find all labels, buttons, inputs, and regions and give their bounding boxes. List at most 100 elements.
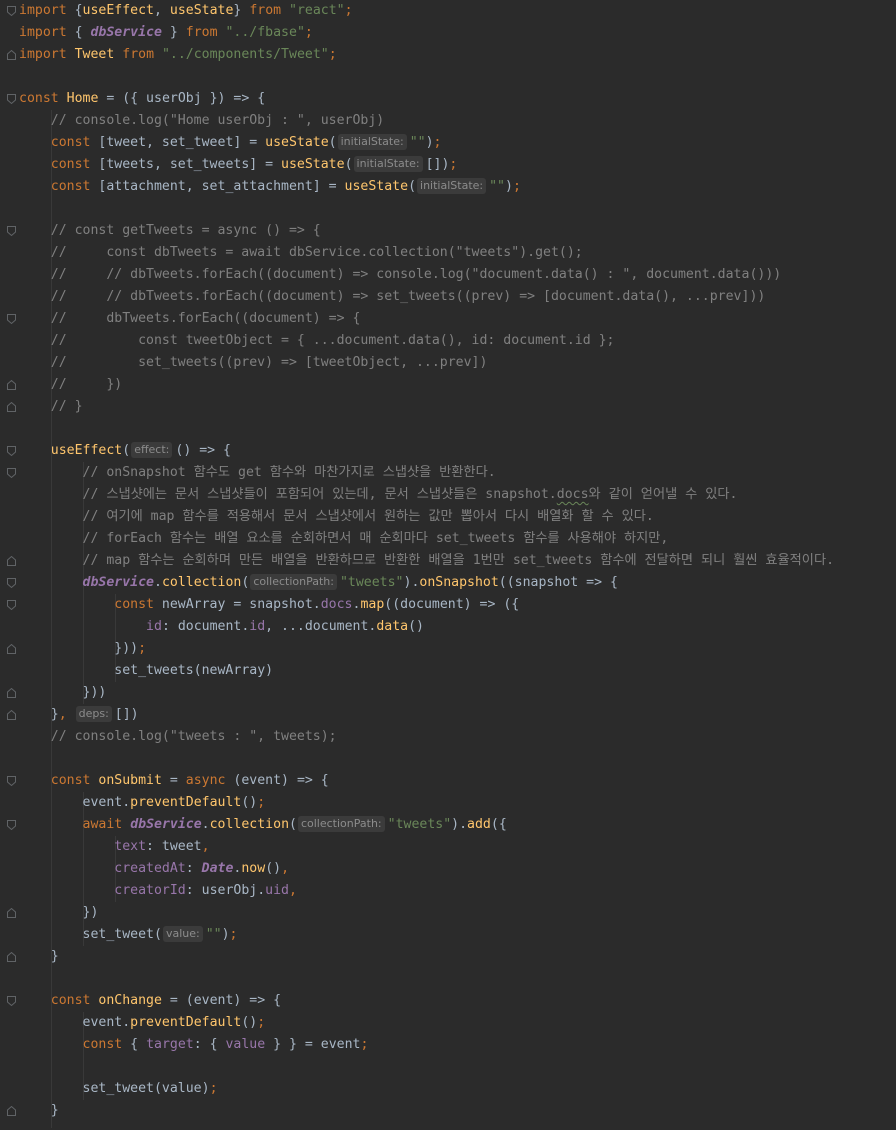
fold-close-icon[interactable] bbox=[7, 710, 16, 720]
code-text: []) bbox=[425, 157, 450, 172]
code-line[interactable]: const { target: { value } } = event; bbox=[19, 1034, 369, 1056]
code-line[interactable]: // map 함수는 순회하며 만든 배열을 반환하므로 반환한 배열을 1번만… bbox=[19, 550, 835, 572]
code-line[interactable]: // }) bbox=[19, 374, 122, 396]
code-line[interactable]: await dbService.collection(collectionPat… bbox=[19, 814, 507, 836]
fold-open-icon[interactable] bbox=[7, 94, 16, 104]
code-text: ( bbox=[408, 179, 417, 194]
property: docs bbox=[320, 597, 353, 612]
code-line[interactable]: })); bbox=[19, 638, 146, 660]
code-line[interactable]: import { dbService } from "../fbase"; bbox=[19, 22, 313, 44]
code-line[interactable]: dbService.collection(collectionPath: "twe… bbox=[19, 572, 618, 594]
code-line[interactable]: text: tweet, bbox=[19, 836, 209, 858]
code-line[interactable]: // console.log("Home userObj : ", userOb… bbox=[19, 110, 384, 132]
fold-close-icon[interactable] bbox=[7, 908, 16, 918]
keyword: const bbox=[50, 993, 91, 1008]
fold-open-icon[interactable] bbox=[7, 6, 16, 16]
code-line[interactable]: }) bbox=[19, 902, 99, 924]
code-text: ( bbox=[344, 157, 353, 172]
fold-open-icon[interactable] bbox=[7, 578, 16, 588]
punctuation: ; bbox=[304, 25, 313, 40]
code-line[interactable]: // onSnapshot 함수도 get 함수와 마찬가지로 스냅샷을 반환한… bbox=[19, 462, 496, 484]
fold-close-icon[interactable] bbox=[7, 1106, 16, 1116]
punctuation: ; bbox=[229, 927, 238, 942]
fold-close-icon[interactable] bbox=[7, 402, 16, 412]
comment-typo: docs bbox=[556, 487, 589, 502]
code-text: : userObj. bbox=[185, 883, 266, 898]
code-line[interactable]: useEffect(effect:() => { bbox=[19, 440, 231, 462]
keyword: import bbox=[19, 25, 67, 40]
code-line[interactable]: const onSubmit = async (event) => { bbox=[19, 770, 329, 792]
code-line[interactable]: // console.log("tweets : ", tweets); bbox=[19, 726, 337, 748]
code-line[interactable]: // // dbTweets.forEach((document) => con… bbox=[19, 264, 781, 286]
code-line[interactable]: }, deps:[]) bbox=[19, 704, 139, 726]
function-call: now bbox=[241, 861, 266, 876]
code-line[interactable]: // forEach 함수는 배열 요소를 순회하면서 매 순회마다 set_t… bbox=[19, 528, 669, 550]
keyword: const bbox=[50, 179, 91, 194]
code-line[interactable]: // dbTweets.forEach((document) => { bbox=[19, 308, 361, 330]
code-line[interactable]: const [attachment, set_attachment] = use… bbox=[19, 176, 521, 198]
code-text: []) bbox=[114, 707, 139, 722]
fold-open-icon[interactable] bbox=[7, 468, 16, 478]
code-line[interactable]: const [tweet, set_tweet] = useState(init… bbox=[19, 132, 442, 154]
code-text: ). bbox=[403, 575, 420, 590]
code-line[interactable]: const Home = ({ userObj }) => { bbox=[19, 88, 265, 110]
fold-open-icon[interactable] bbox=[7, 314, 16, 324]
code-line[interactable]: createdAt: Date.now(), bbox=[19, 858, 289, 880]
fold-close-icon[interactable] bbox=[7, 644, 16, 654]
code-line[interactable]: id: document.id, ...document.data() bbox=[19, 616, 424, 638]
code-editor[interactable]: import {useEffect, useState} from "react… bbox=[0, 0, 896, 1130]
code-line[interactable]: // const tweetObject = { ...document.dat… bbox=[19, 330, 615, 352]
code-text: ) bbox=[505, 179, 513, 194]
code-line[interactable]: set_tweet(value: ""); bbox=[19, 924, 238, 946]
punctuation: ; bbox=[449, 157, 458, 172]
fold-close-icon[interactable] bbox=[7, 952, 16, 962]
code-line[interactable]: // 스냅샷에는 문서 스냅샷들이 포함되어 있는데, 문서 스냅샷들은 sna… bbox=[19, 484, 738, 506]
fold-open-icon[interactable] bbox=[7, 446, 16, 456]
code-line[interactable]: // 여기에 map 함수를 적용해서 문서 스냅샷에서 원하는 값만 뽑아서 … bbox=[19, 506, 654, 528]
code-line[interactable]: event.preventDefault(); bbox=[19, 792, 266, 814]
code-line[interactable]: // set_tweets((prev) => [tweetObject, ..… bbox=[19, 352, 488, 374]
fold-close-icon[interactable] bbox=[7, 380, 16, 390]
fold-open-icon[interactable] bbox=[7, 996, 16, 1006]
code-line[interactable]: set_tweets(newArray) bbox=[19, 660, 273, 682]
code-line[interactable]: set_tweet(value); bbox=[19, 1078, 218, 1100]
code-line[interactable]: event.preventDefault(); bbox=[19, 1012, 266, 1034]
string-literal: "" bbox=[489, 179, 505, 194]
string-literal: "tweets" bbox=[339, 575, 404, 590]
code-line[interactable]: const newArray = snapshot.docs.map((docu… bbox=[19, 594, 519, 616]
code-line[interactable]: const onChange = (event) => { bbox=[19, 990, 281, 1012]
code-line[interactable]: import Tweet from "../components/Tweet"; bbox=[19, 44, 337, 66]
code-line[interactable]: } bbox=[19, 1100, 59, 1122]
code-line[interactable]: })) bbox=[19, 682, 107, 704]
keyword: const bbox=[19, 91, 59, 106]
fold-open-icon[interactable] bbox=[7, 776, 16, 786]
code-line[interactable]: // const getTweets = async () => { bbox=[19, 220, 321, 242]
fold-close-icon[interactable] bbox=[7, 556, 16, 566]
code-line[interactable]: // const dbTweets = await dbService.coll… bbox=[19, 242, 583, 264]
fold-open-icon[interactable] bbox=[7, 226, 16, 236]
fold-open-icon[interactable] bbox=[7, 600, 16, 610]
code-line[interactable]: creatorId: userObj.uid, bbox=[19, 880, 297, 902]
code-line[interactable]: // } bbox=[19, 396, 83, 418]
punctuation: , bbox=[281, 861, 290, 876]
function-name: Home bbox=[66, 91, 99, 106]
code-text: () bbox=[265, 861, 282, 876]
code-line[interactable]: import {useEffect, useState} from "react… bbox=[19, 0, 353, 22]
fold-close-icon[interactable] bbox=[7, 50, 16, 60]
punctuation: ; bbox=[512, 179, 521, 194]
function-call: data bbox=[376, 619, 409, 634]
code-text: ( bbox=[328, 135, 337, 150]
fold-close-icon[interactable] bbox=[7, 688, 16, 698]
code-line[interactable]: } bbox=[19, 946, 59, 968]
function-call: useState bbox=[344, 179, 409, 194]
code-line[interactable]: // // dbTweets.forEach((document) => set… bbox=[19, 286, 766, 308]
code-line[interactable]: const [tweets, set_tweets] = useState(in… bbox=[19, 154, 457, 176]
fold-open-icon[interactable] bbox=[7, 820, 16, 830]
punctuation: ; bbox=[344, 3, 353, 18]
